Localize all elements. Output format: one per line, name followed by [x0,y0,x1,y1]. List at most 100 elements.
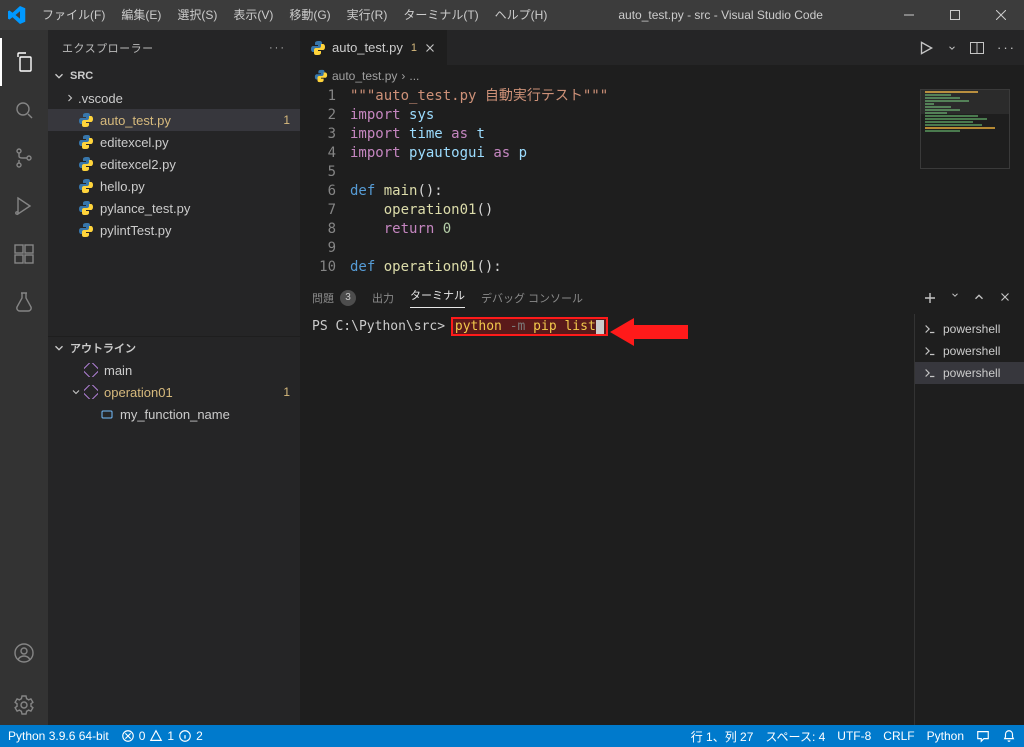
titlebar: ファイル(F) 編集(E) 選択(S) 表示(V) 移動(G) 実行(R) ター… [0,0,1024,30]
search-icon[interactable] [0,86,48,134]
chevron-down-icon [52,341,66,355]
python-file-icon [78,156,94,172]
editor-tab[interactable]: auto_test.py 1 [300,30,448,65]
info-icon [178,729,192,743]
status-eol[interactable]: CRLF [883,729,914,743]
menu-view[interactable]: 表示(V) [225,0,281,30]
chevron-down-icon [68,386,84,398]
breadcrumbs[interactable]: auto_test.py › ... [300,65,1024,87]
maximize-panel-icon[interactable] [972,290,986,306]
outline-tree: main operation01 1 my_function_name [48,359,300,725]
tree-file[interactable]: editexcel2.py [48,153,300,175]
status-language[interactable]: Python [927,729,964,743]
terminal-icon [923,344,937,358]
status-python-version[interactable]: Python 3.9.6 64-bit [8,729,109,743]
file-label: editexcel2.py [100,157,300,172]
vscode-logo-icon [0,6,34,24]
file-label: hello.py [100,179,300,194]
panel-tab-problems[interactable]: 問題 3 [312,290,356,306]
feedback-icon[interactable] [976,729,990,743]
python-file-icon [78,200,94,216]
sidebar-header: エクスプローラー ··· [48,30,300,65]
outline-section[interactable]: アウトライン [48,337,300,359]
terminal[interactable]: PS C:\Python\src> python -m pip list [300,314,914,725]
menu-run[interactable]: 実行(R) [339,0,396,30]
panel-tab-terminal[interactable]: ターミナル [410,287,465,308]
terminal-icon [923,322,937,336]
outline-item[interactable]: my_function_name [48,403,300,425]
tab-dirty-badge: 1 [411,42,417,54]
project-section[interactable]: SRC [48,65,300,87]
run-dropdown-icon[interactable] [947,43,957,53]
variable-icon [100,407,114,421]
tree-file[interactable]: editexcel.py [48,131,300,153]
tree-folder[interactable]: .vscode [48,87,300,109]
maximize-button[interactable] [932,0,978,30]
terminal-sessions-list: powershell powershell powershell [914,314,1024,725]
menu-selection[interactable]: 選択(S) [169,0,225,30]
outline-label: my_function_name [120,407,300,422]
split-editor-icon[interactable] [969,40,985,56]
minimap[interactable] [920,89,1010,169]
file-label: pylance_test.py [100,201,300,216]
run-icon[interactable] [917,39,935,57]
outline-badge: 1 [283,385,290,399]
terminal-prompt: PS C:\Python\src> [312,319,453,334]
status-cursor-position[interactable]: 行 1、列 27 [691,728,754,745]
settings-gear-icon[interactable] [0,685,48,725]
panel-tab-output[interactable]: 出力 [372,290,394,306]
window-title: auto_test.py - src - Visual Studio Code [555,8,886,22]
activitybar [0,30,48,725]
tree-file[interactable]: auto_test.py 1 [48,109,300,131]
more-icon[interactable]: ··· [269,42,286,54]
outline-item[interactable]: operation01 1 [48,381,300,403]
status-encoding[interactable]: UTF-8 [837,729,871,743]
tree-file[interactable]: pylance_test.py [48,197,300,219]
more-icon[interactable]: ··· [997,40,1016,55]
menu-file[interactable]: ファイル(F) [34,0,113,30]
bottom-panel: 問題 3 出力 ターミナル デバッグ コンソール PS C:\Python\sr… [300,280,1024,725]
accounts-icon[interactable] [0,629,48,677]
close-icon[interactable] [423,41,437,55]
source-control-icon[interactable] [0,134,48,182]
chevron-down-icon [52,69,66,83]
close-panel-icon[interactable] [998,290,1012,306]
python-file-icon [310,40,326,56]
menu-edit[interactable]: 編集(E) [113,0,169,30]
explorer-title: エクスプローラー [62,40,154,56]
run-debug-icon[interactable] [0,182,48,230]
status-indentation[interactable]: スペース: 4 [765,728,825,745]
tree-file[interactable]: pylintTest.py [48,219,300,241]
terminal-session[interactable]: powershell [915,340,1024,362]
new-terminal-icon[interactable] [922,290,938,306]
menu-go[interactable]: 移動(G) [281,0,338,30]
folder-label: .vscode [78,91,300,106]
minimize-button[interactable] [886,0,932,30]
python-file-icon [78,112,94,128]
project-name: SRC [70,70,93,82]
outline-item[interactable]: main [48,359,300,381]
code-editor[interactable]: """auto_test.py 自動実行テスト""" import sys im… [350,87,608,280]
terminal-icon [923,366,937,380]
explorer-icon[interactable] [0,38,48,86]
outline-label: operation01 [104,385,283,400]
extensions-icon[interactable] [0,230,48,278]
python-file-icon [78,178,94,194]
file-tree: .vscode auto_test.py 1 editexcel.py edit… [48,87,300,241]
testing-icon[interactable] [0,278,48,326]
close-button[interactable] [978,0,1024,30]
terminal-dropdown-icon[interactable] [950,290,960,306]
error-icon [121,729,135,743]
file-label: pylintTest.py [100,223,300,238]
status-problems[interactable]: 0 1 2 [121,729,203,743]
tree-file[interactable]: hello.py [48,175,300,197]
menu-terminal[interactable]: ターミナル(T) [395,0,486,30]
notifications-icon[interactable] [1002,729,1016,743]
terminal-session[interactable]: powershell [915,318,1024,340]
menubar: ファイル(F) 編集(E) 選択(S) 表示(V) 移動(G) 実行(R) ター… [34,0,555,30]
menu-help[interactable]: ヘルプ(H) [487,0,556,30]
terminal-session[interactable]: powershell [915,362,1024,384]
chevron-right-icon [62,92,78,104]
statusbar: Python 3.9.6 64-bit 0 1 2 行 1、列 27 スペース:… [0,725,1024,747]
panel-tab-debug[interactable]: デバッグ コンソール [481,290,583,306]
